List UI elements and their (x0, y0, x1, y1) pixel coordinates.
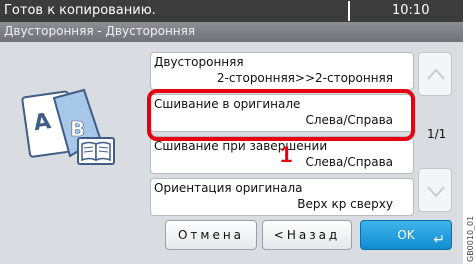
status-separator (348, 1, 350, 21)
status-bar: Готов к копированию. 10:10 (0, 0, 463, 22)
status-message: Готов к копированию. (4, 3, 156, 18)
highlight-frame (147, 89, 415, 141)
scroll-up-button[interactable] (418, 52, 452, 96)
ok-button-label: OK (397, 228, 415, 242)
chevron-down-icon (427, 186, 445, 198)
callout-number: 1 (280, 142, 293, 167)
scroll-down-button[interactable] (418, 168, 452, 212)
option-original-orientation[interactable]: Ориентация оригинала Верх кр сверху (150, 178, 414, 216)
ok-button[interactable]: OK ↵ (360, 220, 452, 250)
back-button[interactable]: <Назад (262, 220, 352, 250)
breadcrumb: Двусторонняя - Двусторонняя (0, 22, 463, 42)
option-title: Ориентация оригинала (154, 181, 303, 195)
option-title: Двусторонняя (154, 55, 244, 69)
duplex-document-book-icon: A B (20, 84, 120, 168)
copier-panel-screen: Готов к копированию. 10:10 Двусторонняя … (0, 0, 463, 264)
page-indicator: 1/1 (427, 127, 447, 141)
chevron-up-icon (427, 68, 445, 80)
status-time: 10:10 (392, 3, 430, 18)
enter-icon: ↵ (433, 232, 445, 248)
option-title: Сшивание при завершении (154, 139, 328, 153)
option-value: Слева/Справа (305, 155, 393, 169)
svg-text:A: A (32, 109, 52, 136)
option-duplex[interactable]: Двусторонняя 2-сторонняя>>2-сторонняя (150, 52, 414, 90)
option-value: 2-сторонняя>>2-сторонняя (216, 71, 393, 85)
option-value: Верх кр сверху (297, 197, 393, 211)
figure-code: GB0010_01 (466, 215, 475, 262)
cancel-button[interactable]: Отмена (165, 220, 257, 250)
